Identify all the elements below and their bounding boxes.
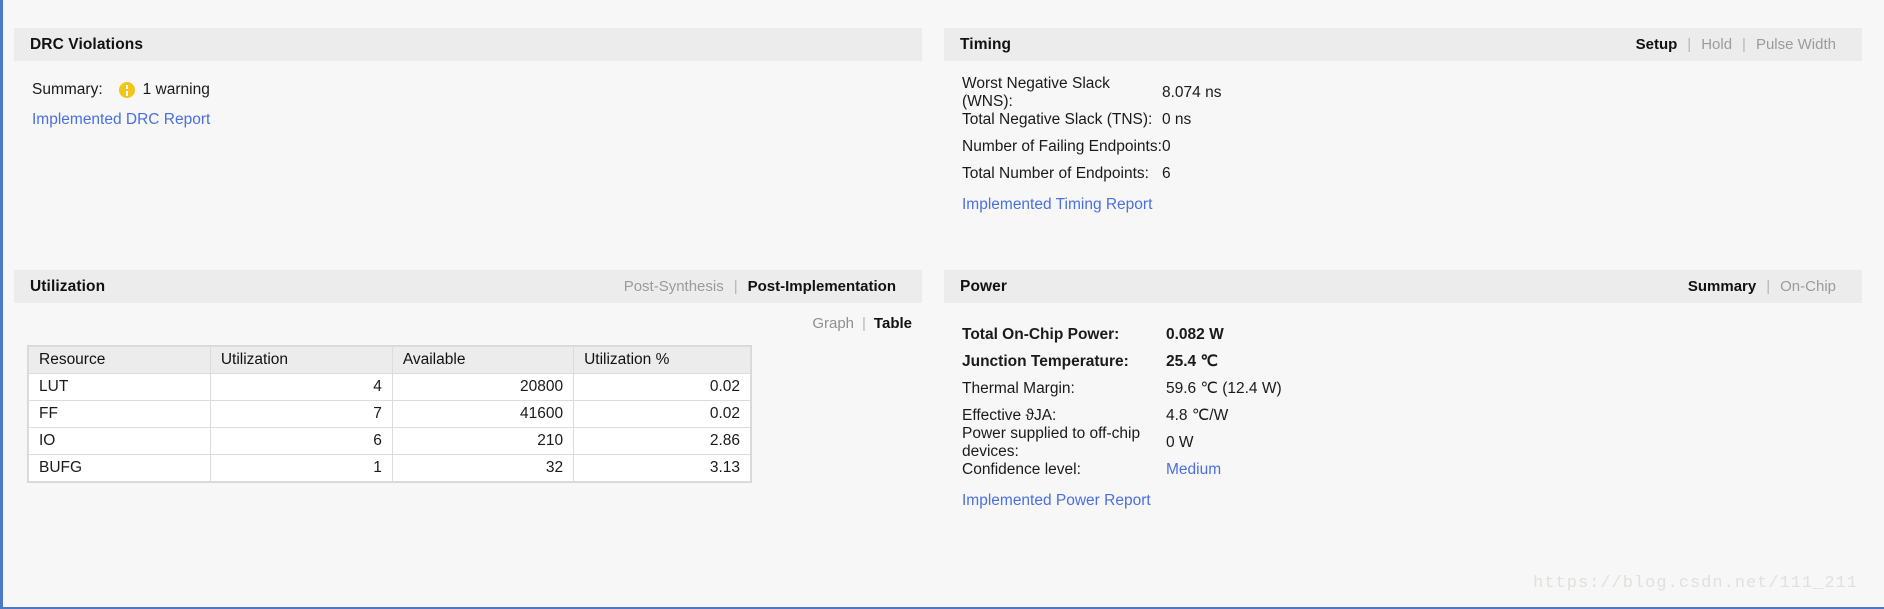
power-panel-body: Total On-Chip Power: 0.082 W Junction Te… — [944, 305, 1862, 510]
cell-resource: FF — [28, 400, 211, 428]
tab-post-synthesis[interactable]: Post-Synthesis — [616, 278, 732, 295]
cell-available: 20800 — [391, 373, 575, 401]
timing-panel: Timing Setup | Hold | Pulse Width Worst … — [944, 0, 1884, 242]
power-panel-header: Power Summary | On-Chip — [944, 270, 1862, 303]
timing-tabs: Setup | Hold | Pulse Width — [1628, 36, 1844, 53]
tab-separator: | — [733, 278, 738, 295]
timing-panel-title: Timing — [960, 35, 1012, 53]
warning-icon — [118, 82, 135, 98]
timing-row: Total Number of Endpoints: 6 — [962, 160, 1844, 187]
power-row: Confidence level: Medium — [962, 456, 1844, 483]
failing-endpoints-value: 0 — [1162, 137, 1171, 155]
drc-violations-panel: DRC Violations Summary: 1 warning Implem… — [0, 0, 944, 242]
table-header-row: Resource Utilization Available Utilizati… — [28, 346, 751, 374]
drc-panel-header: DRC Violations — [14, 28, 922, 61]
off-chip-power-value: 0 W — [1166, 433, 1194, 451]
confidence-level-value[interactable]: Medium — [1166, 461, 1221, 479]
cell-utilization: 6 — [209, 427, 393, 455]
cell-utilization-pct: 2.86 — [573, 427, 751, 455]
effective-theta-ja-value: 4.8 ℃/W — [1166, 407, 1229, 424]
utilization-tabs: Post-Synthesis | Post-Implementation — [616, 278, 904, 295]
tab-pulse-width[interactable]: Pulse Width — [1748, 36, 1844, 53]
drc-summary-label: Summary: — [32, 81, 103, 98]
drc-panel-title: DRC Violations — [30, 35, 144, 53]
tab-separator: | — [1687, 36, 1692, 53]
tab-setup[interactable]: Setup — [1628, 36, 1686, 53]
tab-hold[interactable]: Hold — [1693, 36, 1740, 53]
utilization-panel: Utilization Post-Synthesis | Post-Implem… — [0, 242, 944, 609]
timing-row: Total Negative Slack (TNS): 0 ns — [962, 106, 1844, 133]
power-panel-title: Power — [960, 277, 1008, 295]
column-header-utilization[interactable]: Utilization — [209, 346, 393, 374]
table-row[interactable]: IO 6 210 2.86 — [28, 427, 751, 455]
timing-report-link-row: Implemented Timing Report — [962, 196, 1844, 214]
wns-value: 8.074 ns — [1162, 83, 1222, 101]
power-tabs: Summary | On-Chip — [1680, 278, 1844, 295]
cell-resource: LUT — [28, 373, 211, 401]
drc-warning-count: 1 warning — [142, 81, 210, 98]
column-header-utilization-pct[interactable]: Utilization % — [573, 346, 751, 374]
cell-available: 210 — [391, 427, 575, 455]
column-header-resource[interactable]: Resource — [28, 346, 211, 374]
total-endpoints-value: 6 — [1162, 164, 1171, 182]
junction-temperature-label: Junction Temperature: — [962, 352, 1129, 370]
confidence-level-label: Confidence level: — [962, 460, 1081, 478]
cell-utilization: 1 — [209, 454, 393, 482]
timing-panel-header: Timing Setup | Hold | Pulse Width — [944, 28, 1862, 61]
drc-summary-row: Summary: 1 warning — [32, 77, 904, 103]
power-row: Junction Temperature: 25.4 ℃ — [962, 348, 1844, 375]
utilization-view-toggle: Graph | Table — [14, 303, 922, 332]
failing-endpoints-label: Number of Failing Endpoints: — [962, 137, 1162, 155]
power-report-link-row: Implemented Power Report — [962, 492, 1844, 510]
timing-row: Worst Negative Slack (WNS): 8.074 ns — [962, 75, 1844, 110]
thermal-margin-value: 59.6 ℃ (12.4 W) — [1166, 380, 1282, 397]
toggle-graph[interactable]: Graph — [804, 315, 862, 332]
cell-resource: IO — [28, 427, 211, 455]
total-on-chip-power-value: 0.082 W — [1166, 325, 1224, 343]
utilization-table: Resource Utilization Available Utilizati… — [28, 346, 751, 482]
drc-panel-body: Summary: 1 warning Implemented DRC Repor… — [14, 61, 922, 129]
off-chip-power-label: Power supplied to off-chip devices: — [962, 424, 1141, 460]
total-endpoints-label: Total Number of Endpoints: — [962, 164, 1149, 182]
power-row: Power supplied to off-chip devices: 0 W — [962, 425, 1844, 460]
power-panel: Power Summary | On-Chip Total On-Chip Po… — [944, 242, 1884, 609]
tns-value: 0 ns — [1162, 110, 1192, 128]
column-header-available[interactable]: Available — [391, 346, 575, 374]
implemented-power-report-link[interactable]: Implemented Power Report — [962, 492, 1151, 509]
utilization-panel-header: Utilization Post-Synthesis | Post-Implem… — [14, 270, 922, 303]
power-row: Thermal Margin: 59.6 ℃ (12.4 W) — [962, 375, 1844, 402]
table-row[interactable]: LUT 4 20800 0.02 — [28, 373, 751, 401]
total-on-chip-power-label: Total On-Chip Power: — [962, 325, 1120, 343]
tns-label: Total Negative Slack (TNS): — [962, 110, 1153, 128]
watermark: https://blog.csdn.net/111_211 — [1533, 574, 1858, 593]
wns-label: Worst Negative Slack (WNS): — [962, 74, 1110, 110]
cell-utilization: 7 — [209, 400, 393, 428]
effective-theta-ja-label: Effective ϑJA: — [962, 406, 1057, 424]
cell-utilization: 4 — [209, 373, 393, 401]
timing-panel-body: Worst Negative Slack (WNS): 8.074 ns Tot… — [944, 63, 1862, 214]
cell-available: 41600 — [391, 400, 575, 428]
table-row[interactable]: BUFG 1 32 3.13 — [28, 454, 751, 482]
cell-utilization-pct: 0.02 — [573, 400, 751, 428]
power-row: Total On-Chip Power: 0.082 W — [962, 321, 1844, 348]
drc-report-link-row: Implemented DRC Report — [32, 111, 904, 129]
table-row[interactable]: FF 7 41600 0.02 — [28, 400, 751, 428]
tab-separator: | — [1742, 36, 1746, 53]
toggle-table[interactable]: Table — [866, 315, 920, 332]
timing-row: Number of Failing Endpoints: 0 — [962, 133, 1844, 160]
design-summary-grid: DRC Violations Summary: 1 warning Implem… — [0, 0, 1884, 609]
implemented-drc-report-link[interactable]: Implemented DRC Report — [32, 111, 210, 128]
cell-utilization-pct: 0.02 — [573, 373, 751, 401]
utilization-panel-title: Utilization — [30, 277, 106, 295]
thermal-margin-label: Thermal Margin: — [962, 379, 1075, 397]
cell-resource: BUFG — [28, 454, 211, 482]
tab-summary[interactable]: Summary — [1680, 278, 1764, 295]
tab-separator: | — [1766, 278, 1771, 295]
tab-on-chip[interactable]: On-Chip — [1772, 278, 1844, 295]
junction-temperature-value: 25.4 ℃ — [1166, 353, 1218, 370]
cell-utilization-pct: 3.13 — [573, 454, 751, 482]
cell-available: 32 — [391, 454, 575, 482]
implemented-timing-report-link[interactable]: Implemented Timing Report — [962, 196, 1152, 213]
tab-post-implementation[interactable]: Post-Implementation — [740, 278, 904, 295]
